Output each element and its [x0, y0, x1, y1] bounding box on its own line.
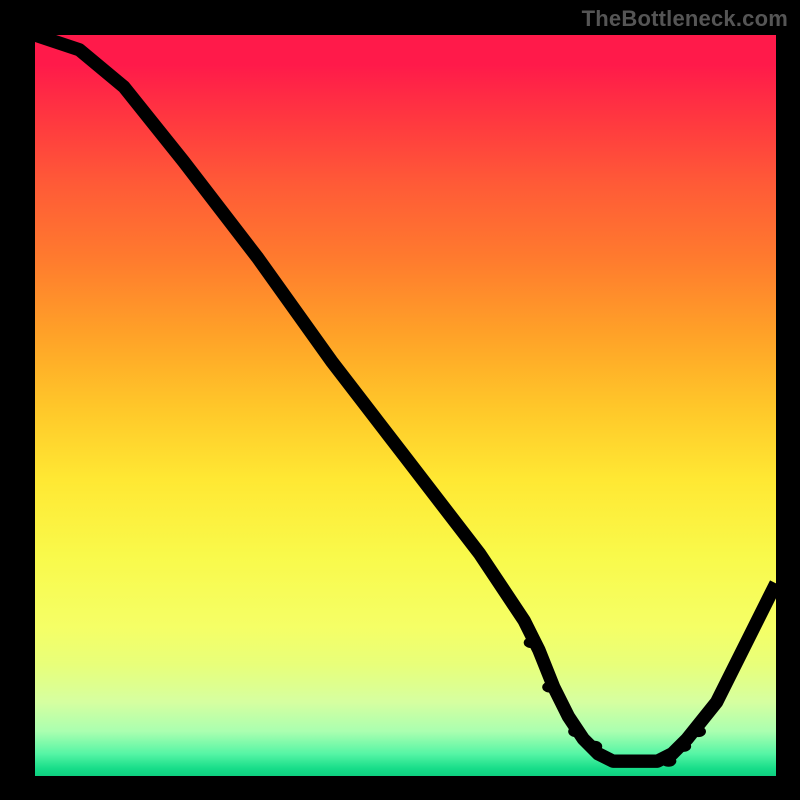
- marker-dot: [690, 726, 706, 737]
- marker-dot: [568, 726, 584, 737]
- marker-dot: [524, 637, 540, 648]
- marker-dot: [624, 756, 640, 767]
- chart-frame: TheBottleneck.com: [0, 0, 800, 800]
- marker-group: [524, 637, 706, 767]
- bottleneck-curve-svg: [35, 35, 776, 776]
- marker-dot: [676, 741, 692, 752]
- watermark-text: TheBottleneck.com: [582, 6, 788, 32]
- marker-dot: [542, 682, 558, 693]
- marker-dot: [587, 741, 603, 752]
- plot-area: [35, 35, 776, 776]
- bottleneck-curve-path: [35, 35, 776, 761]
- marker-dot: [642, 756, 658, 767]
- marker-dot: [661, 756, 677, 767]
- marker-dot: [605, 756, 621, 767]
